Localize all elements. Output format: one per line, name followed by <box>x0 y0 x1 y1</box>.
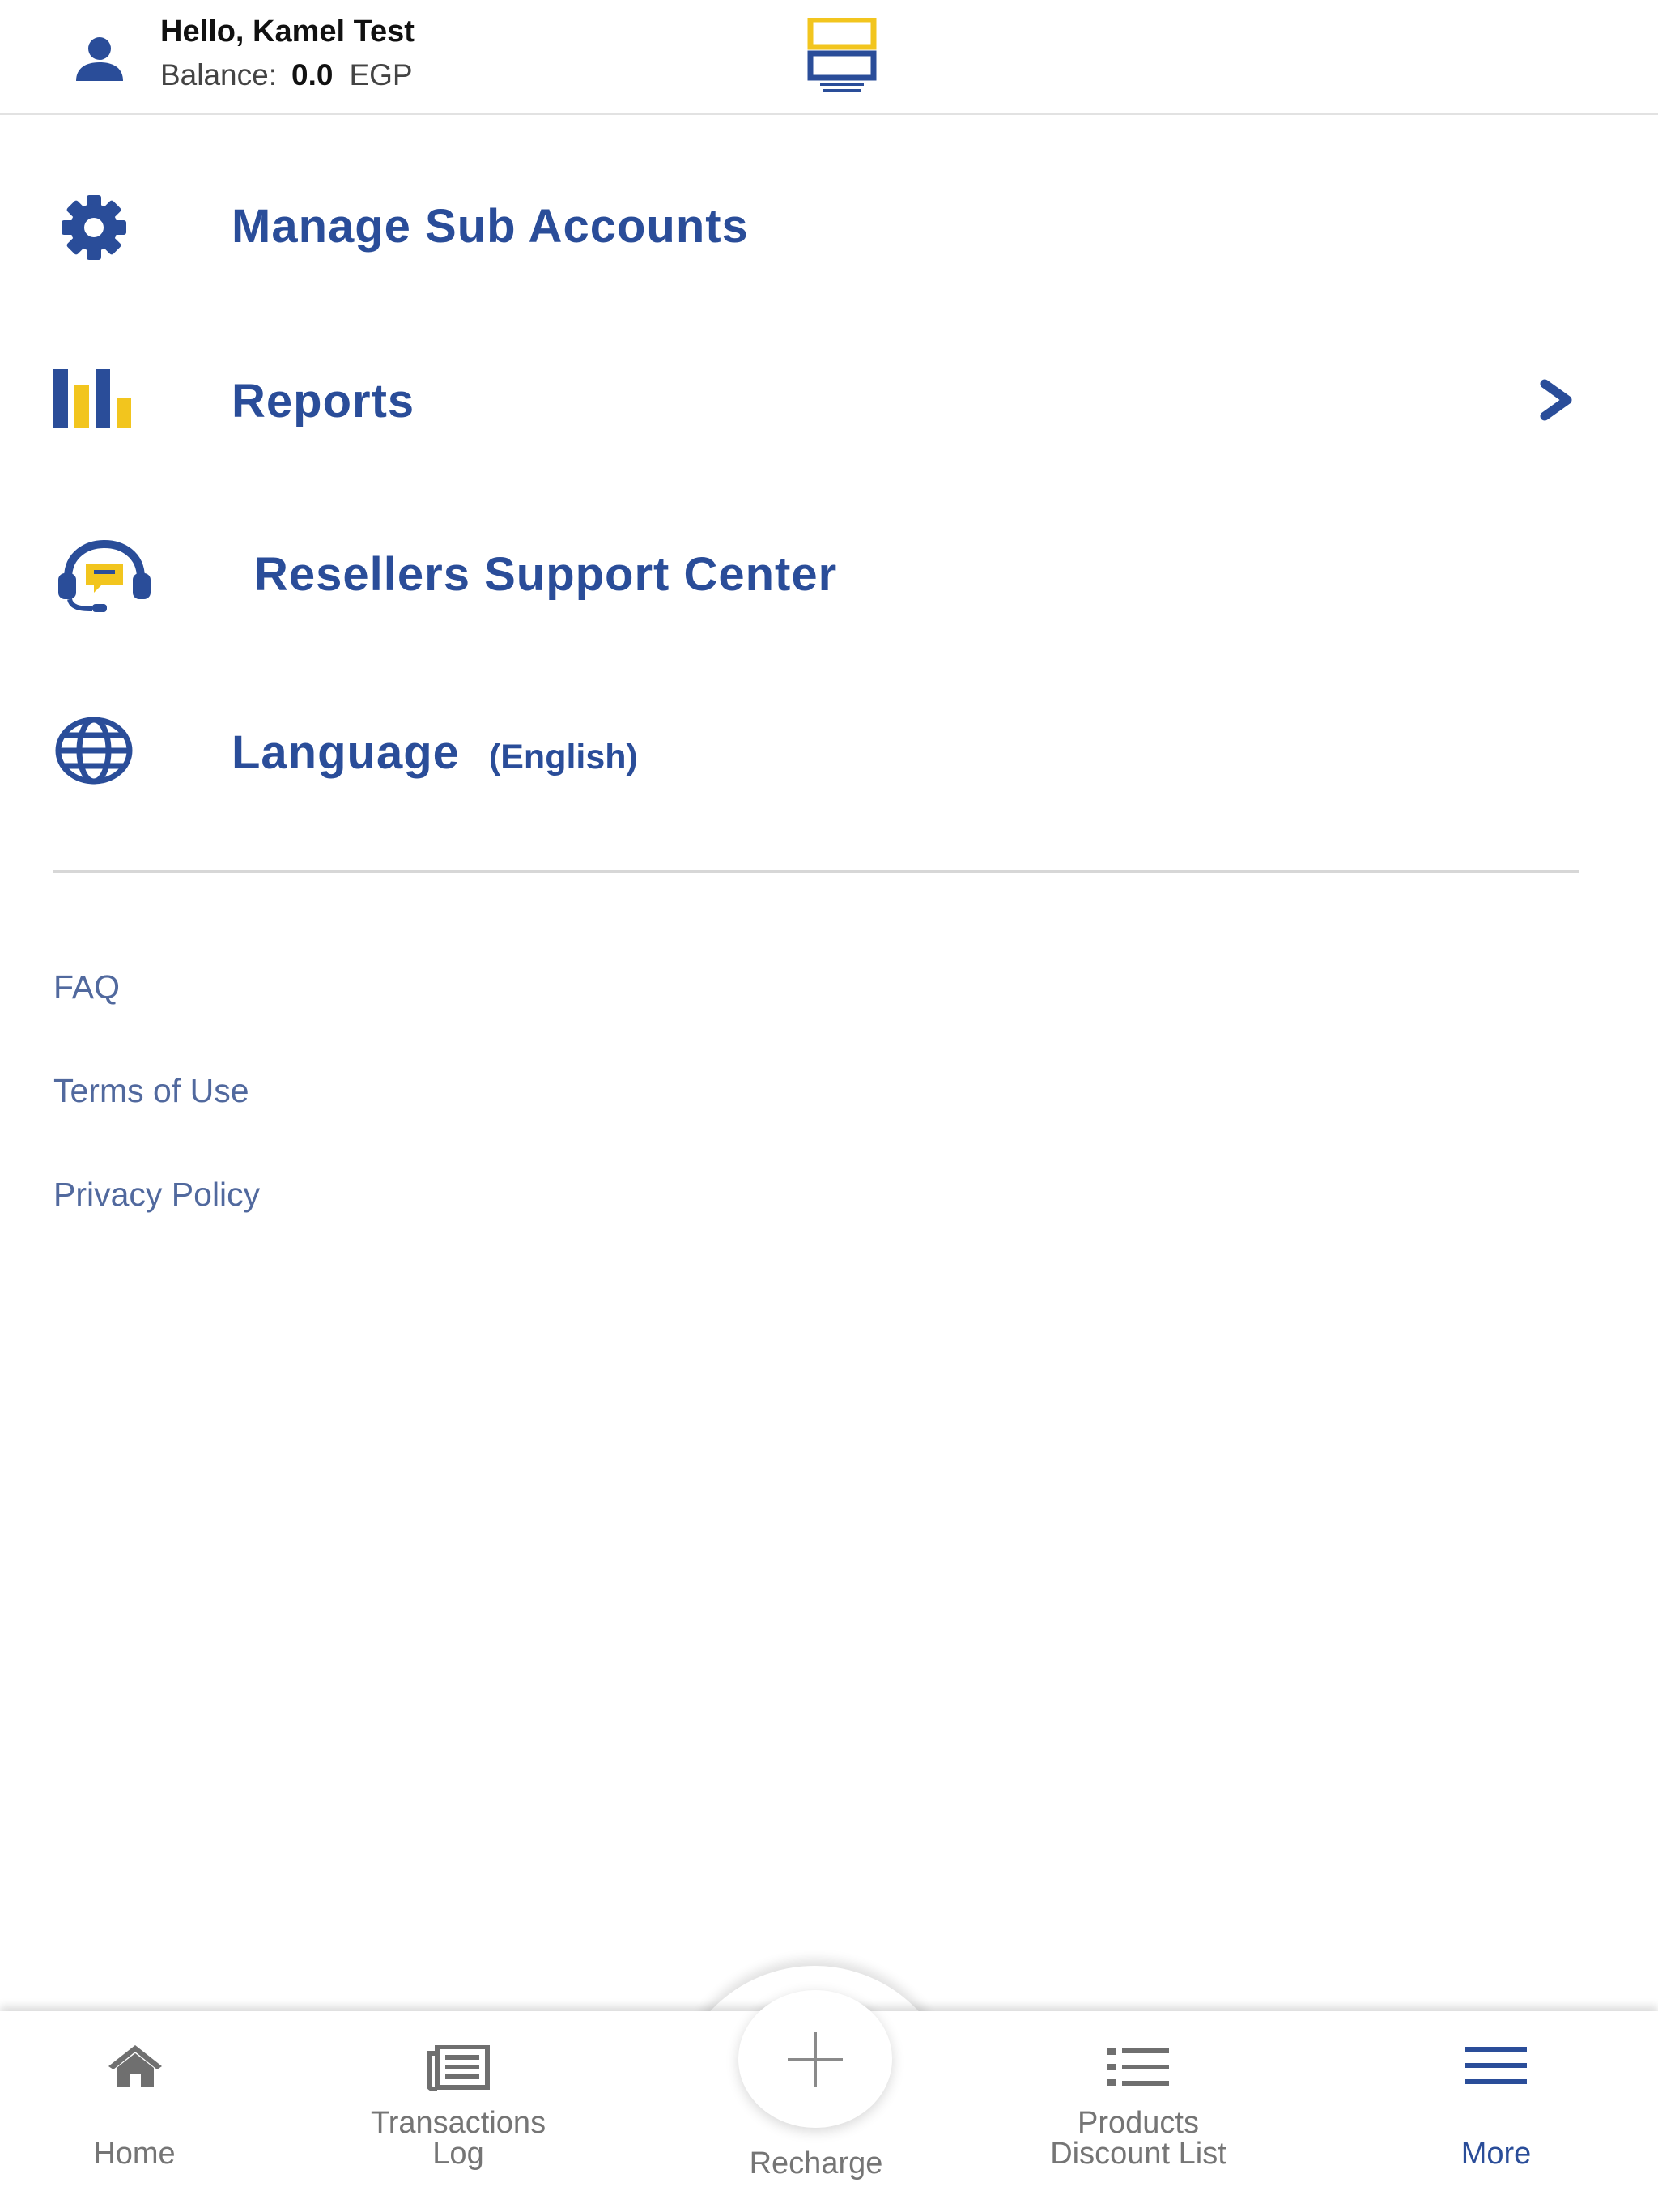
list-icon <box>1107 2048 1169 2086</box>
gear-icon <box>62 195 126 260</box>
balance-display: Balance: 0.0 EGP <box>160 58 413 92</box>
bitaqaty-business-logo <box>807 18 877 92</box>
menu-item-label: Manage Sub Accounts <box>232 200 749 253</box>
language-current-value: (English) <box>488 738 638 776</box>
nav-label-recharge: Recharge <box>749 2146 883 2180</box>
user-icon[interactable] <box>73 36 126 81</box>
menu-item-reports[interactable]: Reports <box>0 338 1658 460</box>
menu-item-resellers-support-center[interactable]: Resellers Support Center <box>0 515 1658 636</box>
section-divider <box>53 870 1579 873</box>
terms-of-use-link[interactable]: Terms of Use <box>53 1072 249 1110</box>
nav-label-home: Home <box>93 2137 176 2171</box>
home-icon <box>108 2045 162 2087</box>
app-header: Hello, Kamel Test Balance: 0.0 EGP <box>0 0 1658 115</box>
nav-item-transactions-log[interactable]: Transactions Log <box>330 2024 586 2202</box>
greeting-text: Hello, Kamel Test <box>160 15 414 49</box>
menu-item-label: Language (English) <box>232 725 638 780</box>
nav-item-more[interactable]: More <box>1415 2024 1577 2202</box>
nav-label-more: More <box>1460 2137 1532 2171</box>
nav-item-home[interactable]: Home <box>53 2024 215 2202</box>
menu-item-language[interactable]: Language (English) <box>0 691 1658 813</box>
globe-icon <box>55 717 133 785</box>
menu-item-label: Reports <box>232 375 415 428</box>
balance-currency: EGP <box>349 58 413 91</box>
chevron-right-icon[interactable] <box>1537 379 1575 421</box>
nav-label-products-line1: Products <box>1078 2106 1199 2140</box>
menu-item-label: Resellers Support Center <box>254 548 838 601</box>
nav-item-recharge[interactable]: Recharge <box>712 2024 920 2202</box>
balance-label: Balance: <box>160 58 277 91</box>
menu-item-manage-sub-accounts[interactable]: Manage Sub Accounts <box>0 167 1658 288</box>
bar-chart-icon <box>53 369 131 428</box>
nav-item-products-discount-list[interactable]: Products Discount List <box>1010 2024 1266 2202</box>
privacy-policy-link[interactable]: Privacy Policy <box>53 1176 260 1214</box>
nav-label-transactions-line2: Log <box>432 2137 484 2171</box>
faq-link[interactable]: FAQ <box>53 968 120 1006</box>
language-label: Language <box>232 726 460 779</box>
hamburger-menu-icon <box>1465 2047 1527 2084</box>
balance-value: 0.0 <box>291 58 334 91</box>
nav-label-products-line2: Discount List <box>1050 2137 1226 2171</box>
transactions-log-icon <box>427 2045 490 2091</box>
nav-label-transactions-line1: Transactions <box>370 2106 546 2140</box>
headset-support-icon <box>58 539 151 612</box>
